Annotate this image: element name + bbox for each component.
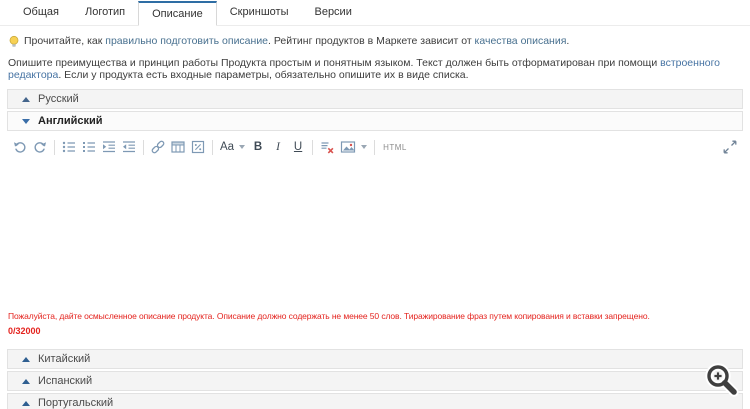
section-spanish[interactable]: Испанский	[7, 371, 743, 391]
expand-down-icon	[22, 118, 30, 124]
indent-icon[interactable]	[99, 137, 119, 157]
link-icon[interactable]	[148, 137, 168, 157]
section-english-label: Английский	[38, 115, 103, 127]
ordered-list-icon[interactable]	[79, 137, 99, 157]
tab-screenshots[interactable]: Скриншоты	[217, 0, 302, 25]
insert-image-dropdown[interactable]	[337, 137, 370, 157]
language-sections-bottom: Китайский Испанский Португальский	[7, 349, 743, 409]
tab-general[interactable]: Общая	[10, 0, 72, 25]
language-sections-top: Русский Английский	[7, 89, 743, 131]
character-counter: 0/32000	[8, 326, 41, 336]
collapse-up-icon	[22, 356, 30, 362]
unordered-list-icon[interactable]	[59, 137, 79, 157]
table-icon[interactable]	[168, 137, 188, 157]
tab-versions[interactable]: Версии	[301, 0, 364, 25]
redo-icon[interactable]	[30, 137, 50, 157]
section-russian[interactable]: Русский	[7, 89, 743, 109]
toolbar-separator	[374, 139, 376, 155]
section-chinese-label: Китайский	[38, 353, 91, 365]
section-chinese[interactable]: Китайский	[7, 349, 743, 369]
rich-text-editor: Aa B I U HTML Пожалуйста, дайте осмыслен…	[0, 136, 750, 336]
section-english[interactable]: Английский	[7, 111, 743, 131]
underline-button[interactable]: U	[288, 137, 308, 157]
tip-text: Прочитайте, как правильно подготовить оп…	[24, 35, 570, 47]
fullscreen-icon[interactable]	[720, 137, 740, 157]
section-spanish-label: Испанский	[38, 375, 93, 387]
html-source-button[interactable]: HTML	[383, 143, 407, 152]
zoom-in-magnifier-icon	[703, 361, 741, 402]
editor-content-area[interactable]	[0, 158, 750, 308]
tab-bar: Общая Логотип Описание Скриншоты Версии	[0, 0, 750, 26]
section-portuguese-label: Португальский	[38, 397, 114, 409]
bold-button[interactable]: B	[248, 137, 268, 157]
product-description-page: Общая Логотип Описание Скриншоты Версии …	[0, 0, 750, 409]
collapse-up-icon	[22, 400, 30, 406]
lightbulb-icon	[8, 35, 20, 48]
toolbar-separator	[212, 139, 213, 155]
tab-logo[interactable]: Логотип	[72, 0, 138, 25]
editor-toolbar: Aa B I U HTML	[0, 136, 750, 158]
toolbar-separator	[312, 139, 314, 155]
section-portuguese[interactable]: Португальский	[7, 393, 743, 409]
collapse-up-icon	[22, 96, 30, 102]
toolbar-separator	[143, 139, 144, 155]
link-description-quality[interactable]: качества описания	[475, 35, 567, 47]
tab-description[interactable]: Описание	[138, 1, 217, 26]
toolbar-separator	[54, 139, 55, 155]
section-russian-label: Русский	[38, 93, 79, 105]
italic-button[interactable]: I	[268, 137, 288, 157]
chevron-down-icon	[239, 145, 246, 149]
link-prepare-description[interactable]: правильно подготовить описание	[105, 35, 268, 47]
description-error-message: Пожалуйста, дайте осмысленное описание п…	[8, 311, 650, 321]
undo-icon[interactable]	[10, 137, 30, 157]
chevron-down-icon	[361, 145, 368, 149]
outdent-icon[interactable]	[119, 137, 139, 157]
collapse-up-icon	[22, 378, 30, 384]
tip-line: Прочитайте, как правильно подготовить оп…	[8, 35, 742, 48]
font-style-dropdown[interactable]: Aa	[217, 137, 248, 157]
intro-paragraph: Опишите преимущества и принцип работы Пр…	[8, 57, 721, 81]
insert-variable-icon[interactable]	[188, 137, 208, 157]
clear-formatting-icon[interactable]	[317, 137, 337, 157]
